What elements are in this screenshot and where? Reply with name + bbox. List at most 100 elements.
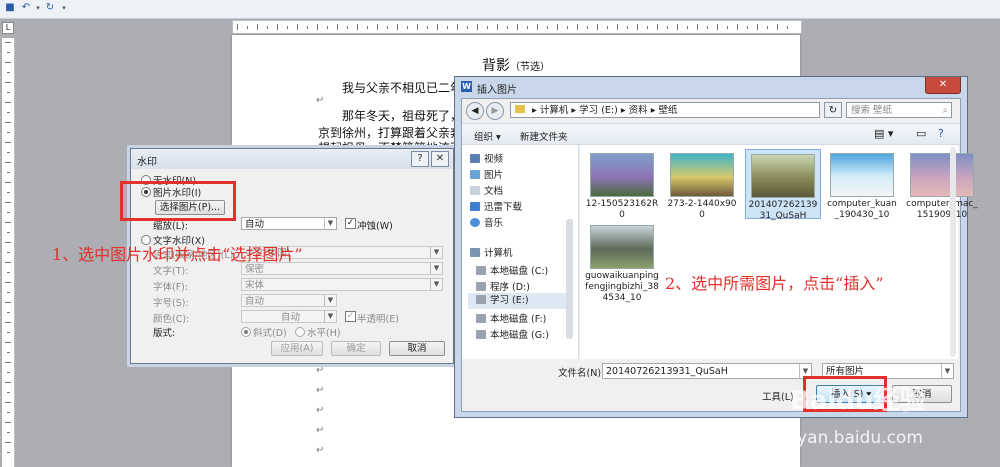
ruler-tick xyxy=(437,24,438,30)
nav-scrollbar[interactable] xyxy=(566,219,573,339)
preview-pane-icon[interactable]: ▭ xyxy=(916,127,926,140)
ruler-tick xyxy=(7,212,10,213)
address-bar[interactable]: ▸ 计算机 ▸ 学习 (E:) ▸ 资料 ▸ 壁纸 xyxy=(510,102,820,118)
ruler-tick xyxy=(667,26,668,29)
file-item[interactable]: computer_mac_151909_10 xyxy=(905,149,979,220)
ruler-tick xyxy=(767,26,768,29)
nav-drive-c[interactable]: 本地磁盘 (C:) xyxy=(476,263,548,277)
ruler-tick xyxy=(347,26,348,29)
nav-item-downloads[interactable]: 迅雷下载 xyxy=(470,199,522,213)
nav-drive-f[interactable]: 本地磁盘 (F:) xyxy=(476,311,546,325)
undo-dropdown-icon[interactable]: ▾ xyxy=(32,2,44,14)
ruler-tick xyxy=(707,26,708,29)
file-name: 12-150523162R0 xyxy=(585,199,659,220)
customize-toolbar-icon[interactable]: ▾ xyxy=(58,2,70,14)
ok-button[interactable]: 确定 xyxy=(331,341,381,356)
horizontal-radio[interactable] xyxy=(295,327,305,337)
ruler-tick xyxy=(7,52,10,53)
watermark-close-button[interactable]: ✕ xyxy=(431,151,449,167)
help-icon[interactable]: ? xyxy=(938,127,944,140)
chevron-down-icon: ▼ xyxy=(324,295,336,306)
vertical-ruler[interactable] xyxy=(2,38,15,467)
ruler-tick xyxy=(5,302,11,303)
nav-item-documents[interactable]: 文档 xyxy=(470,183,503,197)
breadcrumb-current[interactable]: 壁纸 xyxy=(658,105,677,116)
breadcrumb-computer[interactable]: 计算机 xyxy=(540,105,569,116)
forward-icon[interactable]: ▶ xyxy=(486,102,504,120)
file-item[interactable]: guowaikuanpingfengjingbizhi_384534_10 xyxy=(585,221,659,303)
breadcrumb-folder[interactable]: 资料 xyxy=(629,105,648,116)
color-select[interactable]: 自动 ▼ xyxy=(241,310,337,323)
paragraph-mark: ↵ xyxy=(316,445,325,456)
video-icon xyxy=(470,154,480,163)
scale-select[interactable]: 自动 ▼ xyxy=(241,217,337,230)
redo-icon[interactable]: ↻ xyxy=(44,2,56,14)
ruler-tick xyxy=(277,24,278,30)
font-select[interactable]: 宋体 ▼ xyxy=(241,278,443,291)
apply-button[interactable]: 应用(A) xyxy=(271,341,323,356)
file-list-scrollbar[interactable] xyxy=(950,147,956,357)
washout-checkbox[interactable]: ✓ xyxy=(345,218,356,229)
ruler-tick xyxy=(5,182,11,183)
insert-dialog-title: 插入图片 xyxy=(477,85,517,96)
search-icon: ⌕ xyxy=(942,105,948,116)
drive-icon xyxy=(476,314,486,323)
nav-drive-g[interactable]: 本地磁盘 (G:) xyxy=(476,327,549,341)
watermark-dialog-titlebar[interactable]: 水印 ? ✕ xyxy=(131,149,453,169)
nav-drive-d[interactable]: 程序 (D:) xyxy=(476,279,530,293)
file-item[interactable]: 20140726213931_QuSaH xyxy=(745,149,821,221)
file-item[interactable]: 273-2-1440x900 xyxy=(665,149,739,220)
tools-menu[interactable]: 工具(L) xyxy=(762,389,794,403)
breadcrumb-drive[interactable]: 学习 (E:) xyxy=(579,105,618,116)
computer-icon xyxy=(470,248,480,257)
nav-item-computer[interactable]: 计算机 xyxy=(470,245,513,259)
nav-item-video[interactable]: 视频 xyxy=(470,151,503,165)
semitransparent-label: 半透明(E) xyxy=(357,314,399,325)
nav-item-pictures[interactable]: 图片 xyxy=(470,167,503,181)
ruler-tick xyxy=(567,26,568,29)
breadcrumb-separator: ▸ xyxy=(620,105,629,116)
paragraph-mark: ↵ xyxy=(316,365,325,376)
ruler-tick xyxy=(7,232,10,233)
save-icon[interactable]: ■ xyxy=(4,2,16,14)
breadcrumb-separator: ▸ xyxy=(532,105,540,116)
file-name: guowaikuanpingfengjingbizhi_384534_10 xyxy=(585,271,659,303)
insert-close-button[interactable]: ✕ xyxy=(925,77,961,94)
ruler-tick xyxy=(607,26,608,29)
drive-icon xyxy=(476,266,486,275)
filename-input[interactable]: 20140726213931_QuSaH ▼ xyxy=(602,363,812,379)
undo-icon[interactable]: ↶ xyxy=(20,2,32,14)
new-folder-button[interactable]: 新建文件夹 xyxy=(520,129,568,143)
help-button[interactable]: ? xyxy=(411,151,429,167)
watermark-cancel-button[interactable]: 取消 xyxy=(389,341,445,356)
search-input[interactable]: 搜索 壁纸 ⌕ xyxy=(846,102,952,118)
ruler-tick xyxy=(7,372,10,373)
ruler-tick xyxy=(527,26,528,29)
ruler-tick xyxy=(427,26,428,29)
diagonal-label: 斜式(D) xyxy=(253,328,287,339)
organize-menu[interactable]: 组织 ▾ xyxy=(474,129,501,143)
view-icon[interactable]: ▤ ▾ xyxy=(874,127,893,140)
chevron-down-icon: ▼ xyxy=(430,279,442,290)
nav-drive-e-selected[interactable]: 学习 (E:) xyxy=(468,293,572,309)
insert-dialog-body: ◀ ▶ ▸ 计算机 ▸ 学习 (E:) ▸ 资料 ▸ 壁纸 ↻ 搜索 壁纸 ⌕ 组… xyxy=(461,98,978,412)
ruler-tick xyxy=(5,42,11,43)
ruler-tick xyxy=(627,26,628,29)
size-label: 字号(S): xyxy=(153,298,189,309)
ruler-tick xyxy=(7,172,10,173)
size-select[interactable]: 自动 ▼ xyxy=(241,294,337,307)
refresh-icon[interactable]: ↻ xyxy=(824,102,842,118)
file-item[interactable]: computer_kuan_190430_10 xyxy=(825,149,899,220)
file-item[interactable]: 12-150523162R0 xyxy=(585,149,659,220)
semitransparent-checkbox[interactable]: ✓ xyxy=(345,311,356,322)
ruler-tick xyxy=(647,26,648,29)
horizontal-ruler[interactable] xyxy=(232,20,802,34)
horizontal-label: 水平(H) xyxy=(307,328,341,339)
ruler-tick xyxy=(7,72,10,73)
diagonal-radio[interactable] xyxy=(241,327,251,337)
nav-item-music[interactable]: 音乐 xyxy=(470,215,503,229)
tab-selector-icon[interactable]: L xyxy=(2,22,14,34)
ruler-tick xyxy=(717,24,718,30)
ruler-tick xyxy=(597,24,598,30)
back-icon[interactable]: ◀ xyxy=(466,102,484,120)
